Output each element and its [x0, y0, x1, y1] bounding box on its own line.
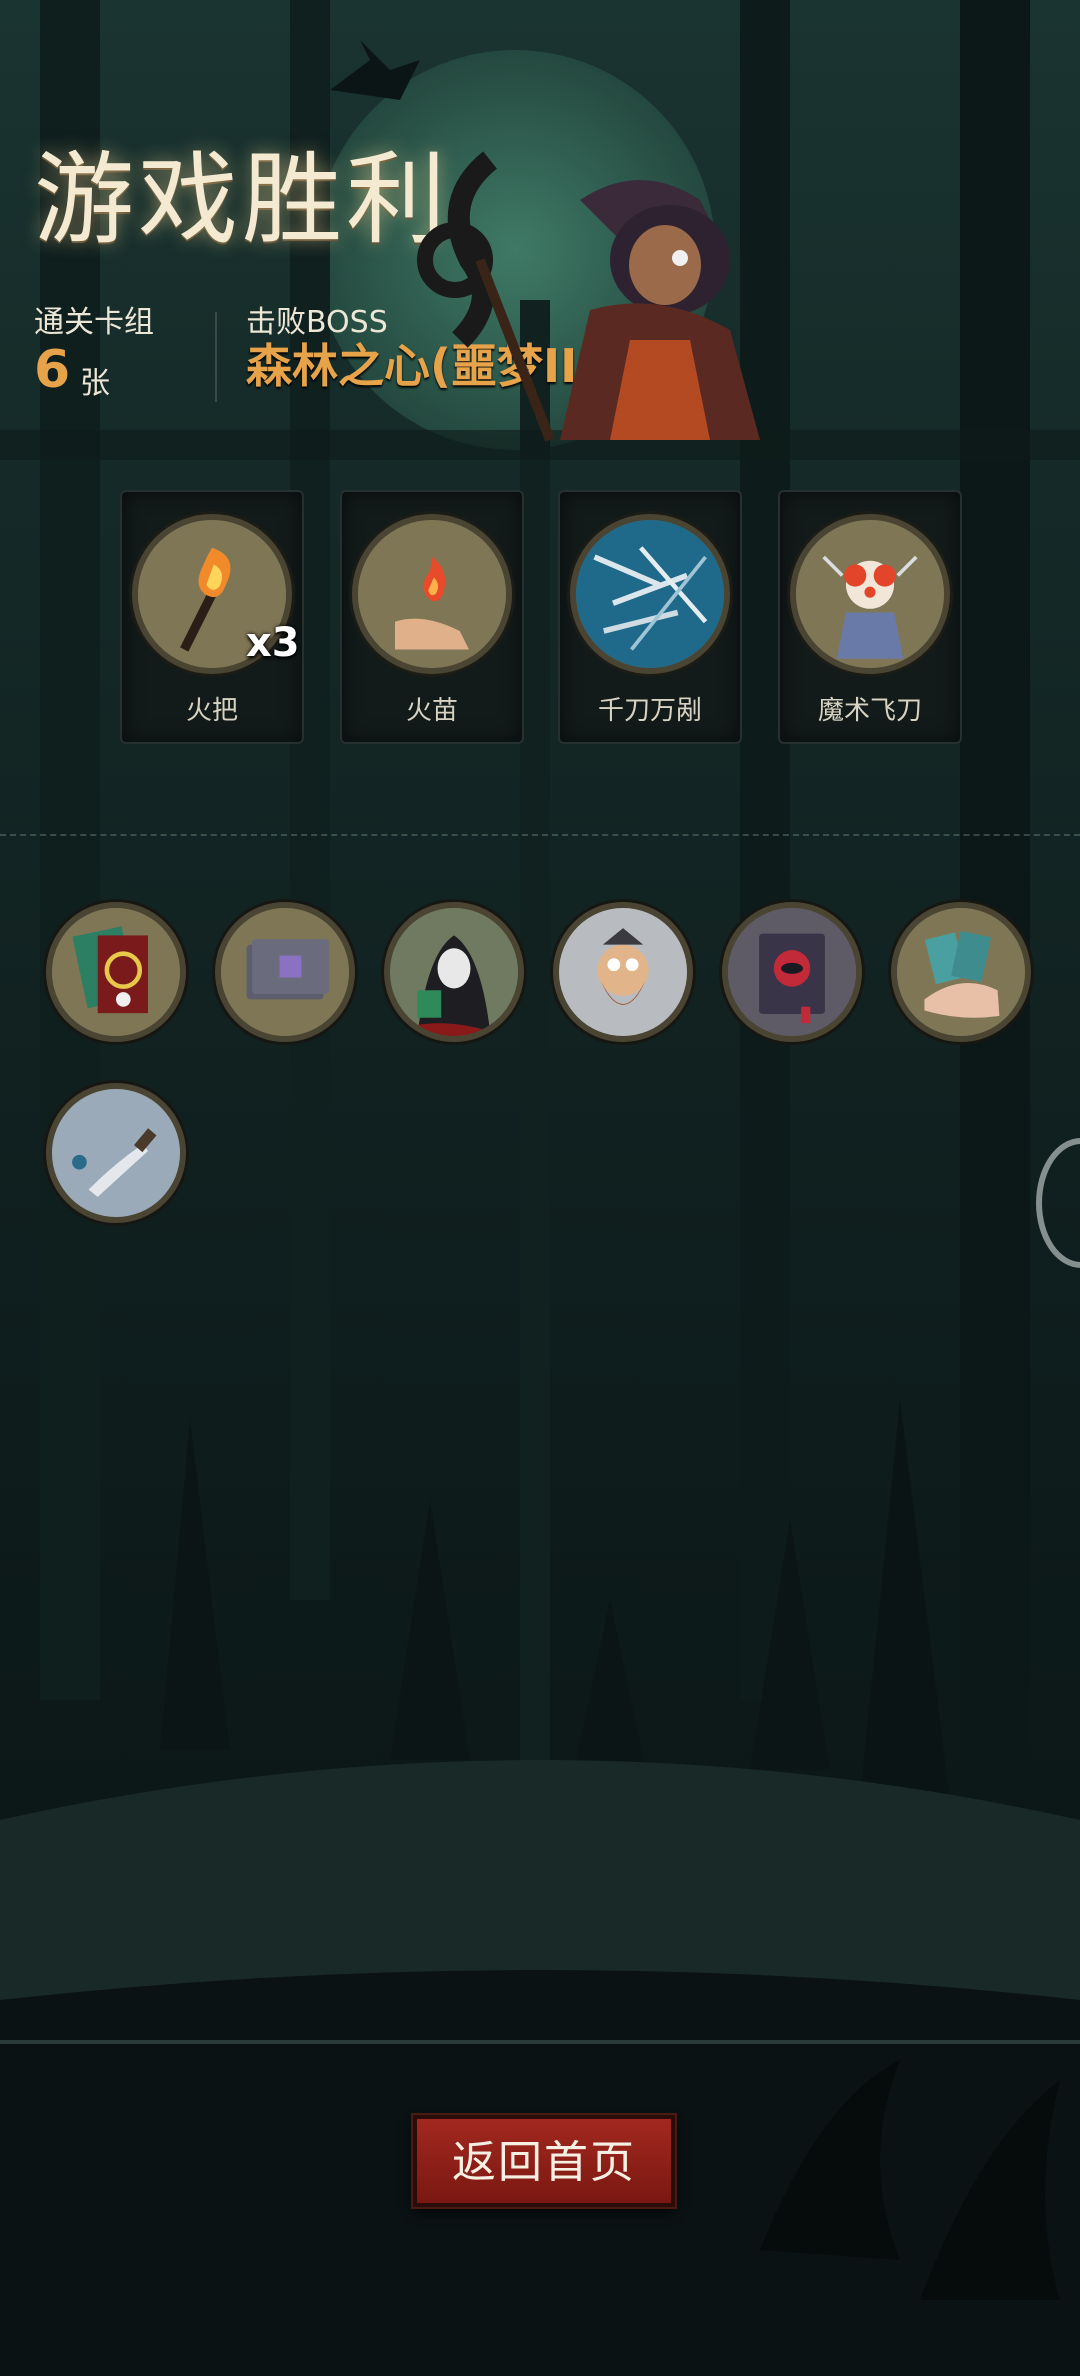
- card-name: 千刀万剐: [597, 696, 702, 726]
- relic-card-hand[interactable]: [891, 902, 1031, 1042]
- bearded-man-icon: [559, 908, 687, 1036]
- card-blades[interactable]: 千刀万剐: [558, 490, 742, 744]
- relic-card-stack[interactable]: [215, 902, 355, 1042]
- relic-skull-card[interactable]: [46, 902, 186, 1042]
- return-home-button[interactable]: 返回首页: [413, 2115, 675, 2207]
- page-title: 游戏胜利: [34, 141, 450, 258]
- hooded-figure-icon: [390, 908, 518, 1036]
- skull-card-icon: [52, 908, 180, 1036]
- relic-knife[interactable]: [46, 1083, 186, 1223]
- section-divider: [0, 834, 1080, 836]
- card-hand-icon: [897, 908, 1025, 1036]
- blades-icon: [570, 514, 730, 674]
- card-name: 魔术飞刀: [817, 696, 922, 726]
- deck-count: 6: [34, 340, 71, 400]
- relic-red-book[interactable]: [722, 902, 862, 1042]
- card-flame[interactable]: 火苗: [340, 490, 524, 744]
- relic-bearded-man[interactable]: [553, 902, 693, 1042]
- witch-boss-illustration: [400, 140, 820, 460]
- stats-divider: [215, 312, 217, 402]
- knife-icon: [52, 1089, 180, 1217]
- card-name: 火苗: [405, 696, 458, 726]
- card-quantity: x3: [246, 620, 300, 666]
- flame-hand-icon: [352, 514, 512, 674]
- card-magic-knives[interactable]: 魔术飞刀: [778, 490, 962, 744]
- boss-label: 击败BOSS: [246, 305, 388, 340]
- card-name: 火把: [185, 696, 238, 726]
- deck-label: 通关卡组: [34, 305, 154, 340]
- card-stack-icon: [221, 908, 349, 1036]
- clown-knives-icon: [790, 514, 950, 674]
- card-torch[interactable]: x3 火把: [120, 490, 304, 744]
- red-book-icon: [728, 908, 856, 1036]
- relic-hooded-figure[interactable]: [384, 902, 524, 1042]
- deck-unit: 张: [80, 366, 110, 401]
